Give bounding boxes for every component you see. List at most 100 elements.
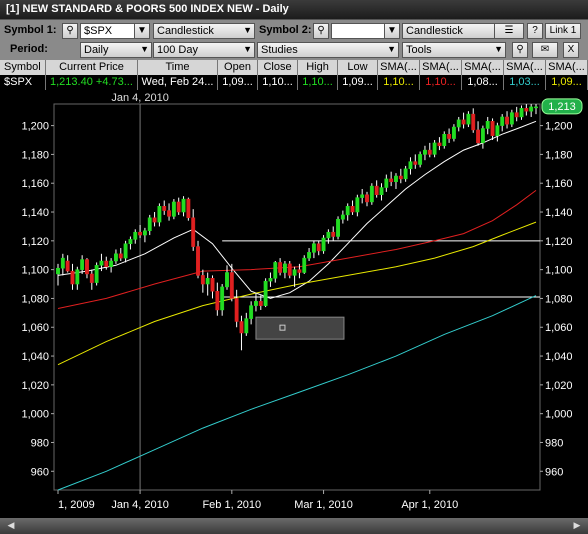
candle-up — [495, 125, 500, 136]
period-value: Daily — [84, 44, 109, 56]
scroll-left-icon[interactable]: ◀ — [4, 520, 18, 532]
y-tick-label-right: 1,020 — [545, 380, 573, 392]
studies-select[interactable]: Studies ▼ — [257, 42, 399, 58]
candle-up — [466, 113, 471, 125]
candle-up — [360, 194, 365, 198]
studies-value: Studies — [261, 44, 298, 56]
symbol1-dropdown-icon[interactable]: ▼ — [134, 23, 150, 39]
candle-down — [316, 243, 321, 252]
y-tick-label-right: 1,000 — [545, 409, 573, 421]
candle-up — [205, 278, 210, 285]
candle-up — [128, 239, 133, 244]
y-tick-label-left: 1,060 — [21, 322, 49, 334]
link-button[interactable]: Link 1 — [545, 23, 581, 39]
candle-down — [176, 201, 181, 213]
candle-up — [220, 286, 225, 311]
value-sma-5: 1,09... — [546, 75, 588, 90]
candle-down — [524, 108, 529, 112]
y-tick-label-right: 1,200 — [545, 121, 573, 133]
candle-up — [75, 269, 80, 285]
candle-up — [321, 237, 326, 252]
candle-up — [519, 108, 524, 118]
zoom-icon[interactable]: ⚲ — [512, 42, 528, 58]
chart-style-2-select[interactable]: Candlestick ▼ — [402, 23, 506, 39]
candle-up — [244, 318, 249, 334]
candle-down — [471, 113, 476, 131]
candle-down — [287, 263, 292, 276]
candle-down — [210, 278, 215, 292]
candle-down — [476, 129, 481, 144]
menu-icon[interactable]: ☰ — [494, 23, 524, 39]
y-tick-label-right: 1,140 — [545, 207, 573, 219]
candle-down — [365, 194, 369, 203]
y-tick-label-right: 1,100 — [545, 265, 573, 277]
y-tick-label-left: 1,080 — [21, 293, 49, 305]
candle-down — [461, 119, 466, 125]
help-button[interactable]: ? — [527, 23, 543, 39]
chat-icon[interactable]: ✉ — [532, 42, 558, 58]
value-time: Wed, Feb 24... — [138, 75, 218, 90]
header-current-price: Current Price — [46, 60, 138, 75]
y-tick-label-right: 1,160 — [545, 178, 573, 190]
price-chart[interactable]: 1,200 1,200 1,180 1,180 1,160 1,160 1,140 1,140… — [2, 90, 586, 518]
candle-up — [379, 187, 384, 195]
value-open: 1,09... — [218, 75, 258, 90]
scroll-right-icon[interactable]: ▶ — [570, 520, 584, 532]
toolbar-row-symbols: Symbol 1: ⚲ $SPX ▼ Candlestick ▼ Symbol … — [0, 22, 588, 42]
candle-up — [302, 257, 307, 273]
y-tick-label-left: 960 — [31, 466, 49, 478]
candle-down — [413, 161, 418, 165]
x-tick-label: Jan 4, 2010 — [111, 499, 169, 511]
header-sma-4: SMA(... — [504, 60, 546, 75]
y-tick-label-right: 980 — [545, 437, 563, 449]
candle-up — [456, 119, 461, 128]
close-button[interactable]: X — [563, 42, 579, 58]
tools-select[interactable]: Tools ▼ — [402, 42, 506, 58]
header-sma-3: SMA(... — [462, 60, 504, 75]
candle-down — [239, 321, 244, 334]
chevron-down-icon: ▼ — [243, 25, 252, 35]
chart-style-1-value: Candlestick — [157, 25, 214, 37]
search-icon[interactable]: ⚲ — [313, 23, 329, 39]
y-tick-label-left: 1,100 — [21, 265, 49, 277]
candle-down — [200, 275, 205, 285]
candle-up — [171, 201, 176, 217]
candle-down — [70, 270, 75, 285]
symbol2-label: Symbol 2: — [259, 24, 312, 36]
candle-up — [355, 197, 360, 213]
toolbar-row-period: Period: Daily ▼ 100 Day ▼ Studies ▼ Tool… — [0, 41, 588, 61]
chart-style-1-select[interactable]: Candlestick ▼ — [153, 23, 255, 39]
candle-down — [398, 175, 403, 180]
horizontal-scrollbar[interactable]: ◀ ▶ — [0, 518, 588, 534]
header-low: Low — [338, 60, 378, 75]
symbol2-input[interactable] — [331, 23, 387, 39]
candle-up — [268, 278, 273, 282]
search-icon[interactable]: ⚲ — [62, 23, 78, 39]
chevron-down-icon: ▼ — [140, 44, 149, 54]
candle-down — [447, 133, 452, 139]
candle-up — [147, 217, 152, 231]
value-close: 1,10... — [258, 75, 298, 90]
range-select[interactable]: 100 Day ▼ — [153, 42, 255, 58]
symbol2-dropdown-icon[interactable]: ▼ — [384, 23, 400, 39]
x-tick-label: 1, 2009 — [58, 499, 95, 511]
quote-table: Symbol Current Price Time Open Close Hig… — [0, 60, 588, 90]
candle-up — [485, 121, 490, 129]
value-sma-4: 1,03... — [504, 75, 546, 90]
candle-up — [345, 206, 350, 216]
candle-up — [480, 128, 485, 144]
candle-up — [249, 305, 254, 319]
y-tick-label-right: 1,180 — [545, 149, 573, 161]
chevron-down-icon: ▼ — [494, 44, 503, 54]
tools-value: Tools — [406, 44, 432, 56]
candle-up — [80, 259, 85, 270]
period-select[interactable]: Daily ▼ — [80, 42, 152, 58]
candle-up — [307, 252, 312, 259]
candle-up — [273, 262, 278, 279]
candle-down — [331, 231, 336, 237]
candle-up — [451, 126, 456, 139]
candle-down — [138, 231, 143, 236]
candle-up — [113, 253, 118, 262]
candle-up — [340, 214, 345, 220]
chart-canvas[interactable]: 1,200 1,200 1,180 1,180 1,160 1,160 1,140 1,140… — [2, 90, 586, 518]
